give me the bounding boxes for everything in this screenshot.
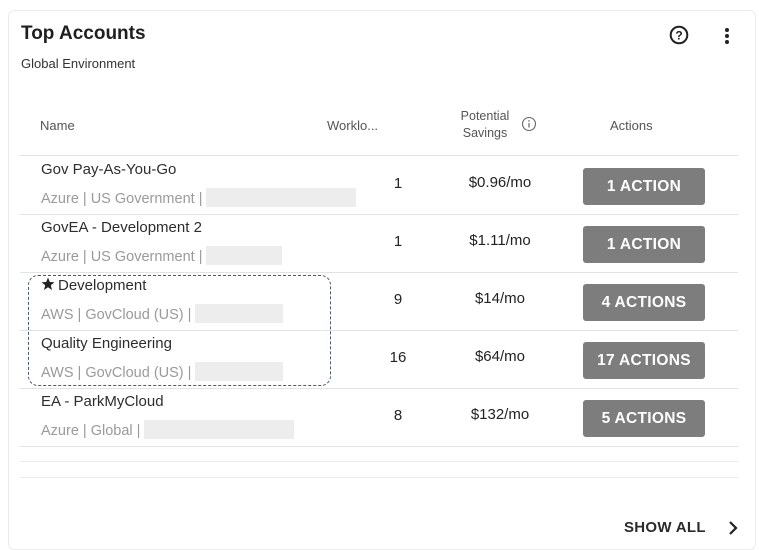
column-header-name[interactable]: Name — [40, 118, 75, 133]
table-row[interactable]: Gov Pay-As-You-Go Azure | US Government … — [20, 156, 738, 213]
redacted-block — [195, 304, 284, 323]
table-row[interactable]: Development AWS | GovCloud (US) | 9 $14/… — [20, 272, 738, 329]
table-row[interactable]: EA - ParkMyCloud Azure | Global | 8 $132… — [20, 388, 738, 445]
table-bottom-divider — [20, 461, 738, 462]
chevron-right-icon[interactable] — [727, 520, 739, 536]
actions-button[interactable]: 5 ACTIONS — [583, 400, 705, 437]
account-provider-region: AWS | GovCloud (US) | — [41, 307, 192, 323]
potential-savings: $0.96/mo — [468, 174, 532, 191]
column-header-actions: Actions — [610, 118, 653, 133]
account-name[interactable]: Quality Engineering — [41, 335, 172, 352]
potential-savings: $132/mo — [470, 406, 530, 423]
column-header-workloads[interactable]: Worklo... — [327, 118, 378, 133]
star-icon — [41, 277, 55, 290]
help-icon[interactable]: ? — [669, 25, 689, 45]
svg-text:?: ? — [675, 28, 682, 42]
actions-button[interactable]: 17 ACTIONS — [583, 342, 705, 379]
redacted-block — [206, 246, 283, 265]
widget-subtitle: Global Environment — [21, 56, 136, 71]
account-name[interactable]: Development — [41, 277, 146, 294]
actions-button[interactable]: 1 ACTION — [583, 168, 705, 205]
workload-count: 1 — [393, 233, 403, 250]
account-provider-region: Azure | Global | — [41, 423, 141, 439]
account-details: AWS | GovCloud (US) | — [41, 362, 284, 381]
redacted-block — [206, 188, 357, 207]
account-provider-region: AWS | GovCloud (US) | — [41, 365, 192, 381]
potential-savings: $64/mo — [474, 348, 526, 365]
footer-divider — [20, 477, 738, 478]
actions-button[interactable]: 4 ACTIONS — [583, 284, 705, 321]
actions-button[interactable]: 1 ACTION — [583, 226, 705, 263]
table-row[interactable]: Quality Engineering AWS | GovCloud (US) … — [20, 330, 738, 387]
account-name[interactable]: EA - ParkMyCloud — [41, 393, 164, 410]
kebab-menu-icon[interactable] — [718, 26, 736, 46]
info-icon[interactable] — [521, 116, 537, 132]
table-row[interactable]: GovEA - Development 2 Azure | US Governm… — [20, 214, 738, 271]
column-header-potential-savings[interactable]: Potential Savings — [445, 108, 525, 142]
potential-savings: $1.11/mo — [469, 232, 531, 249]
redacted-block — [144, 420, 295, 439]
account-name-text: Development — [58, 277, 147, 294]
redacted-block — [195, 362, 284, 381]
account-provider-region: Azure | US Government | — [41, 249, 203, 265]
workload-count: 16 — [389, 349, 407, 366]
account-details: AWS | GovCloud (US) | — [41, 304, 284, 323]
row-divider — [20, 446, 738, 447]
account-details: Azure | Global | — [41, 420, 295, 439]
account-details: Azure | US Government | — [41, 246, 283, 265]
account-name[interactable]: GovEA - Development 2 — [41, 219, 202, 236]
potential-savings: $14/mo — [474, 290, 526, 307]
show-all-link[interactable]: SHOW ALL — [624, 519, 706, 536]
workload-count: 1 — [393, 175, 403, 192]
account-name[interactable]: Gov Pay-As-You-Go — [41, 161, 176, 178]
workload-count: 9 — [393, 291, 403, 308]
account-details: Azure | US Government | — [41, 188, 357, 207]
account-provider-region: Azure | US Government | — [41, 191, 203, 207]
potential-savings-line2: Savings — [462, 126, 508, 140]
potential-savings-line1: Potential — [460, 109, 510, 123]
workload-count: 8 — [393, 407, 403, 424]
widget-title: Top Accounts — [21, 23, 146, 44]
